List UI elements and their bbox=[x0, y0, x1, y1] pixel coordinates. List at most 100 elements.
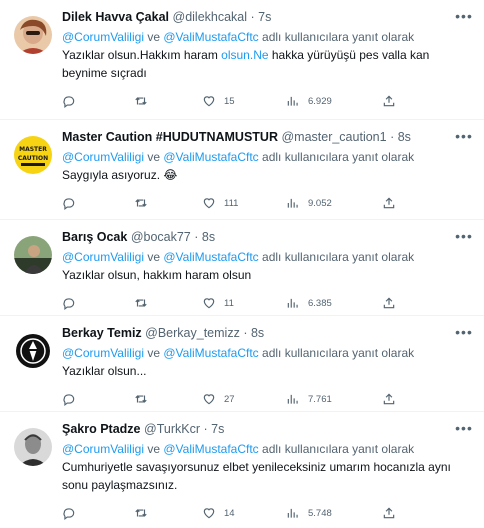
reply-context: @CorumValiligi ve @ValiMustafaCftc adlı … bbox=[62, 248, 474, 266]
like-icon bbox=[203, 508, 215, 519]
display-name[interactable]: Dilek Havva Çakal bbox=[62, 10, 169, 24]
mention-link[interactable]: @CorumValiligi bbox=[62, 442, 144, 456]
retweet-button[interactable] bbox=[134, 392, 202, 406]
conjunction-text: ve bbox=[147, 346, 161, 360]
views-icon bbox=[287, 508, 298, 518]
share-button[interactable] bbox=[382, 94, 396, 108]
avatar[interactable] bbox=[14, 236, 52, 274]
reply-button[interactable] bbox=[62, 392, 134, 406]
like-button[interactable]: 15 bbox=[202, 94, 286, 108]
reply-icon bbox=[63, 394, 75, 406]
more-icon[interactable]: ••• bbox=[454, 420, 474, 436]
more-icon[interactable]: ••• bbox=[454, 128, 474, 144]
mention-link[interactable]: @CorumValiligi bbox=[62, 150, 144, 164]
avatar[interactable] bbox=[14, 332, 52, 370]
share-icon bbox=[383, 393, 395, 405]
action-bar: 15 6.929 bbox=[62, 86, 474, 116]
like-icon bbox=[203, 96, 215, 107]
views-button[interactable]: 6.385 bbox=[286, 296, 382, 310]
like-button[interactable]: 111 bbox=[202, 196, 286, 210]
view-count: 7.761 bbox=[308, 393, 332, 405]
timestamp[interactable]: 8s bbox=[251, 326, 264, 340]
tweet-feed: Dilek Havva Çakal @dilekhcakal · 7s ••• … bbox=[0, 0, 484, 528]
reply-label: adlı kullanıcılara yanıt olarak bbox=[262, 30, 415, 44]
views-icon bbox=[287, 198, 298, 208]
reply-button[interactable] bbox=[62, 506, 134, 520]
retweet-icon bbox=[135, 199, 147, 207]
user-handle[interactable]: @master_caution1 bbox=[281, 130, 386, 144]
separator-dot: · bbox=[390, 130, 395, 144]
share-button[interactable] bbox=[382, 506, 396, 520]
mention-link[interactable]: @ValiMustafaCftc bbox=[163, 250, 258, 264]
tweet[interactable]: Şakro Ptadze @TurkKcr · 7s ••• @CorumVal… bbox=[0, 412, 484, 528]
avatar[interactable] bbox=[14, 428, 52, 466]
reply-button[interactable] bbox=[62, 94, 134, 108]
user-handle[interactable]: @TurkKcr bbox=[144, 422, 200, 436]
retweet-icon bbox=[135, 97, 147, 105]
like-count: 111 bbox=[224, 197, 239, 209]
user-handle[interactable]: @Berkay_temizz bbox=[145, 326, 240, 340]
retweet-button[interactable] bbox=[134, 94, 202, 108]
share-button[interactable] bbox=[382, 296, 396, 310]
display-name[interactable]: Master Caution #HUDUTNAMUSTUR bbox=[62, 130, 278, 144]
reply-button[interactable] bbox=[62, 296, 134, 310]
conjunction-text: ve bbox=[147, 30, 161, 44]
tweet[interactable]: Dilek Havva Çakal @dilekhcakal · 7s ••• … bbox=[0, 0, 484, 120]
like-icon bbox=[203, 394, 215, 405]
timestamp[interactable]: 7s bbox=[211, 422, 224, 436]
views-button[interactable]: 5.748 bbox=[286, 506, 382, 520]
svg-text:MASTER: MASTER bbox=[19, 146, 47, 153]
avatar[interactable] bbox=[14, 16, 52, 54]
mention-link[interactable]: @CorumValiligi bbox=[62, 250, 144, 264]
share-icon bbox=[383, 95, 395, 107]
views-icon bbox=[287, 394, 298, 404]
reply-icon bbox=[63, 508, 75, 520]
avatar[interactable]: MASTER CAUTION bbox=[14, 136, 52, 174]
like-count: 15 bbox=[224, 95, 235, 107]
reply-label: adlı kullanıcılara yanıt olarak bbox=[262, 250, 415, 264]
tweet[interactable]: Barış Ocak @bocak77 · 8s ••• @CorumValil… bbox=[0, 220, 484, 316]
more-icon[interactable]: ••• bbox=[454, 8, 474, 24]
views-button[interactable]: 6.929 bbox=[286, 94, 382, 108]
mention-link[interactable]: @CorumValiligi bbox=[62, 30, 144, 44]
share-icon bbox=[383, 297, 395, 309]
share-button[interactable] bbox=[382, 196, 396, 210]
retweet-button[interactable] bbox=[134, 296, 202, 310]
like-button[interactable]: 14 bbox=[202, 506, 286, 520]
timestamp[interactable]: 8s bbox=[398, 130, 411, 144]
more-icon[interactable]: ••• bbox=[454, 228, 474, 244]
timestamp[interactable]: 7s bbox=[258, 10, 271, 24]
reply-button[interactable] bbox=[62, 196, 134, 210]
mention-link[interactable]: @CorumValiligi bbox=[62, 346, 144, 360]
mention-link[interactable]: @ValiMustafaCftc bbox=[163, 150, 258, 164]
like-button[interactable]: 27 bbox=[202, 392, 286, 406]
display-name[interactable]: Berkay Temiz bbox=[62, 326, 142, 340]
tweet-text: Yazıklar olsun.Hakkım haram olsun.Ne hak… bbox=[62, 46, 474, 82]
share-button[interactable] bbox=[382, 392, 396, 406]
views-button[interactable]: 7.761 bbox=[286, 392, 382, 406]
inline-link[interactable]: olsun.Ne bbox=[221, 48, 268, 62]
user-handle[interactable]: @bocak77 bbox=[131, 230, 191, 244]
mention-link[interactable]: @ValiMustafaCftc bbox=[163, 346, 258, 360]
retweet-button[interactable] bbox=[134, 196, 202, 210]
tweet[interactable]: Berkay Temiz @Berkay_temizz · 8s ••• @Co… bbox=[0, 316, 484, 412]
display-name[interactable]: Şakro Ptadze bbox=[62, 422, 141, 436]
more-icon[interactable]: ••• bbox=[454, 324, 474, 340]
action-bar: 11 6.385 bbox=[62, 288, 474, 318]
like-button[interactable]: 11 bbox=[202, 296, 286, 310]
action-bar: 111 9.052 bbox=[62, 188, 474, 218]
retweet-button[interactable] bbox=[134, 506, 202, 520]
views-icon bbox=[287, 298, 298, 308]
reply-icon bbox=[63, 96, 75, 108]
tweet-header: Şakro Ptadze @TurkKcr · 7s bbox=[62, 421, 474, 438]
display-name[interactable]: Barış Ocak bbox=[62, 230, 127, 244]
separator-dot: · bbox=[243, 326, 248, 340]
timestamp[interactable]: 8s bbox=[202, 230, 215, 244]
mention-link[interactable]: @ValiMustafaCftc bbox=[163, 30, 258, 44]
mention-link[interactable]: @ValiMustafaCftc bbox=[163, 442, 258, 456]
user-handle[interactable]: @dilekhcakal bbox=[173, 10, 248, 24]
tweet[interactable]: MASTER CAUTION Master Caution #HUDUTNAMU… bbox=[0, 120, 484, 220]
views-button[interactable]: 9.052 bbox=[286, 196, 382, 210]
tweet-text-part: Yazıklar olsun.Hakkım haram bbox=[62, 48, 222, 62]
views-icon bbox=[287, 96, 298, 106]
